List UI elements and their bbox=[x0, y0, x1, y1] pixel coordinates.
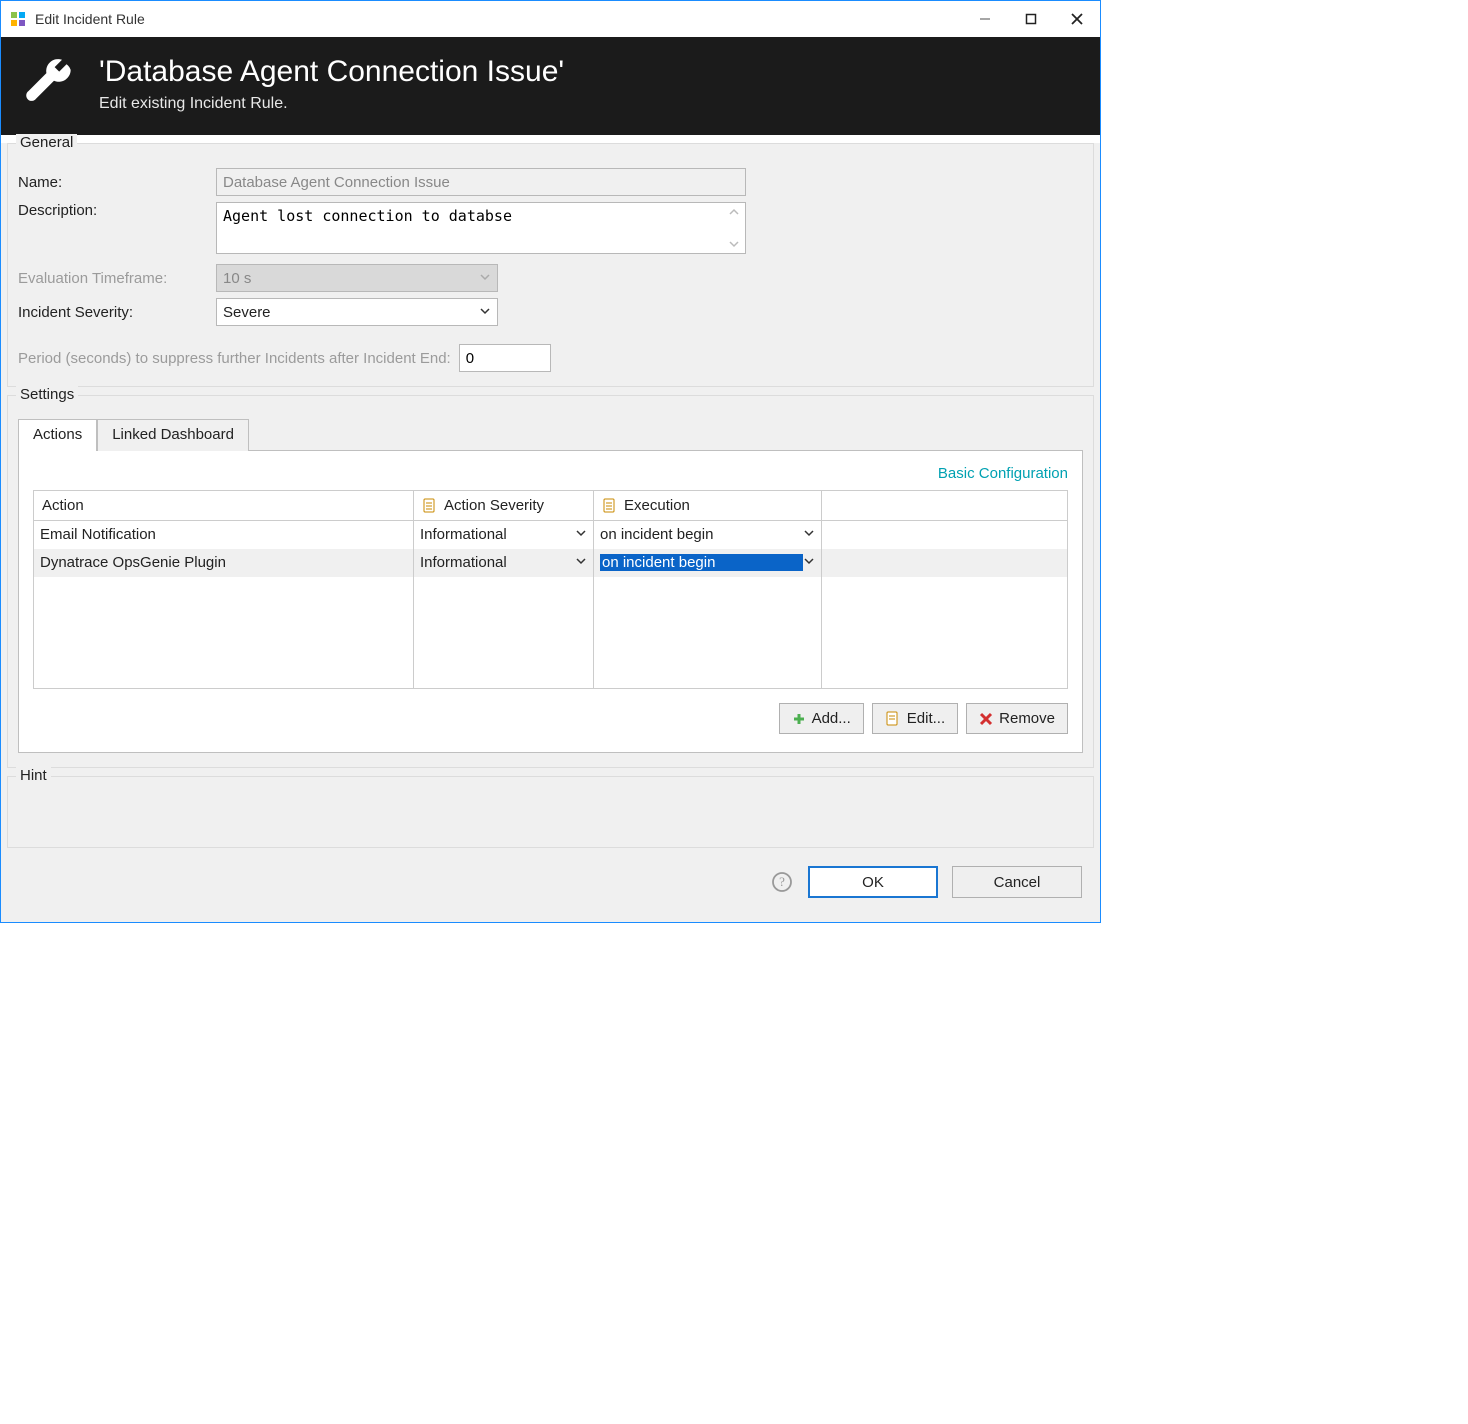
table-row[interactable]: Email Notification Informational on inci… bbox=[34, 521, 1068, 549]
cell-action: Dynatrace OpsGenie Plugin bbox=[34, 549, 414, 577]
dialog-window: Edit Incident Rule 'Database Agent Conne… bbox=[0, 0, 1101, 923]
severity-label: Incident Severity: bbox=[18, 304, 216, 321]
banner: 'Database Agent Connection Issue' Edit e… bbox=[1, 37, 1100, 135]
cell-execution[interactable]: on incident begin bbox=[594, 549, 822, 577]
eval-timeframe-select: 10 s bbox=[216, 264, 498, 292]
settings-legend: Settings bbox=[16, 386, 78, 403]
suppress-label: Period (seconds) to suppress further Inc… bbox=[18, 350, 451, 367]
textarea-scrollbar[interactable] bbox=[726, 206, 742, 250]
actions-table: Action Action Severity Executi bbox=[33, 490, 1068, 689]
tabs: Actions Linked Dashboard bbox=[18, 418, 1083, 451]
name-label: Name: bbox=[18, 174, 216, 191]
titlebar: Edit Incident Rule bbox=[1, 1, 1100, 37]
hint-legend: Hint bbox=[16, 767, 51, 784]
col-severity[interactable]: Action Severity bbox=[414, 491, 594, 521]
tab-linked-dashboard[interactable]: Linked Dashboard bbox=[97, 419, 249, 451]
general-group: General Name: Description: Evaluation Ti… bbox=[7, 143, 1094, 387]
maximize-button[interactable] bbox=[1008, 1, 1054, 37]
table-row-empty bbox=[34, 633, 1068, 661]
chevron-down-icon bbox=[575, 526, 587, 543]
col-action[interactable]: Action bbox=[34, 491, 414, 521]
wrench-icon bbox=[21, 56, 77, 112]
cancel-button[interactable]: Cancel bbox=[952, 866, 1082, 898]
tab-actions[interactable]: Actions bbox=[18, 419, 97, 451]
app-icon bbox=[9, 10, 27, 28]
col-spare bbox=[822, 491, 1068, 521]
chevron-down-icon bbox=[479, 270, 491, 287]
dialog-footer: ? OK Cancel bbox=[7, 856, 1094, 912]
eval-timeframe-label: Evaluation Timeframe: bbox=[18, 270, 216, 287]
document-icon bbox=[885, 711, 901, 727]
table-row-empty bbox=[34, 661, 1068, 689]
plus-icon bbox=[792, 712, 806, 726]
window-buttons bbox=[962, 1, 1100, 37]
description-textarea[interactable] bbox=[216, 202, 746, 254]
x-icon bbox=[979, 712, 993, 726]
cell-severity[interactable]: Informational bbox=[414, 521, 594, 549]
table-row-empty bbox=[34, 577, 1068, 605]
document-icon bbox=[422, 498, 438, 514]
banner-title: 'Database Agent Connection Issue' bbox=[99, 55, 564, 89]
severity-select[interactable]: Severe bbox=[216, 298, 498, 326]
remove-button[interactable]: Remove bbox=[966, 703, 1068, 734]
suppress-input[interactable] bbox=[459, 344, 551, 372]
eval-timeframe-value: 10 s bbox=[223, 270, 251, 287]
chevron-down-icon bbox=[575, 554, 587, 571]
help-button[interactable]: ? bbox=[770, 870, 794, 894]
cell-execution[interactable]: on incident begin bbox=[594, 521, 822, 549]
add-button[interactable]: Add... bbox=[779, 703, 864, 734]
severity-value: Severe bbox=[223, 304, 271, 321]
edit-button[interactable]: Edit... bbox=[872, 703, 958, 734]
close-button[interactable] bbox=[1054, 1, 1100, 37]
table-row[interactable]: Dynatrace OpsGenie Plugin Informational … bbox=[34, 549, 1068, 577]
col-execution[interactable]: Execution bbox=[594, 491, 822, 521]
hint-group: Hint bbox=[7, 776, 1094, 848]
banner-subtitle: Edit existing Incident Rule. bbox=[99, 95, 564, 113]
table-row-empty bbox=[34, 605, 1068, 633]
basic-configuration-link[interactable]: Basic Configuration bbox=[33, 465, 1068, 482]
general-legend: General bbox=[16, 134, 77, 151]
name-input[interactable] bbox=[216, 168, 746, 196]
window-title: Edit Incident Rule bbox=[35, 11, 962, 27]
chevron-down-icon bbox=[803, 526, 815, 543]
tab-panel-actions: Basic Configuration Action Action Severi… bbox=[18, 451, 1083, 753]
ok-button[interactable]: OK bbox=[808, 866, 938, 898]
description-label: Description: bbox=[18, 202, 216, 219]
chevron-down-icon bbox=[479, 304, 491, 321]
cell-action: Email Notification bbox=[34, 521, 414, 549]
svg-text:?: ? bbox=[779, 874, 785, 889]
settings-group: Settings Actions Linked Dashboard Basic … bbox=[7, 395, 1094, 768]
help-icon: ? bbox=[771, 871, 793, 893]
minimize-button[interactable] bbox=[962, 1, 1008, 37]
cell-severity[interactable]: Informational bbox=[414, 549, 594, 577]
chevron-down-icon bbox=[803, 554, 815, 571]
document-icon bbox=[602, 498, 618, 514]
